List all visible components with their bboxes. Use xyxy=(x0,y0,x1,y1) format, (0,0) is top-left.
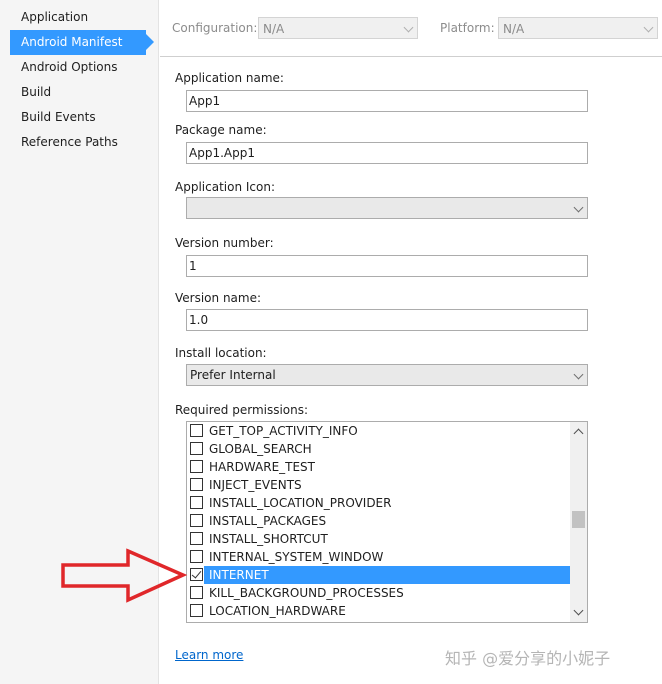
chevron-down-icon xyxy=(573,202,584,213)
permission-row[interactable]: LOCATION_HARDWARE xyxy=(187,602,570,620)
sidebar-item-android-manifest[interactable]: Android Manifest xyxy=(10,30,154,55)
permission-row[interactable]: INSTALL_LOCATION_PROVIDER xyxy=(187,494,570,512)
chevron-down-icon xyxy=(573,369,584,380)
permission-row[interactable]: KILL_BACKGROUND_PROCESSES xyxy=(187,584,570,602)
permission-checkbox[interactable] xyxy=(190,532,203,545)
configuration-value: N/A xyxy=(263,22,285,36)
package-name-label: Package name: xyxy=(175,123,267,137)
permission-row[interactable]: INSTALL_SHORTCUT xyxy=(187,530,570,548)
permission-checkbox[interactable] xyxy=(190,442,203,455)
permission-checkbox[interactable] xyxy=(190,496,203,509)
package-name-input[interactable] xyxy=(186,142,588,164)
sidebar-item-build[interactable]: Build xyxy=(10,80,146,105)
permission-name: INJECT_EVENTS xyxy=(209,478,302,492)
platform-label: Platform: xyxy=(440,21,495,35)
version-number-label: Version number: xyxy=(175,236,274,250)
sidebar-item-reference-paths[interactable]: Reference Paths xyxy=(10,130,146,155)
permission-checkbox[interactable] xyxy=(190,424,203,437)
install-location-label: Install location: xyxy=(175,346,267,360)
permission-name: INTERNET xyxy=(204,566,576,584)
permission-checkbox-checked[interactable] xyxy=(190,568,203,581)
permissions-list[interactable]: GET_TOP_ACTIVITY_INFO GLOBAL_SEARCH HARD… xyxy=(186,421,588,623)
chevron-down-icon xyxy=(403,22,414,33)
permissions-label: Required permissions: xyxy=(175,403,309,417)
permission-checkbox[interactable] xyxy=(190,478,203,491)
app-icon-select[interactable] xyxy=(186,197,588,219)
permission-name: LOCATION_HARDWARE xyxy=(209,604,346,618)
permission-row[interactable]: INSTALL_PACKAGES xyxy=(187,512,570,530)
permission-checkbox[interactable] xyxy=(190,514,203,527)
permission-row-selected[interactable]: INTERNET xyxy=(187,566,576,584)
sidebar-item-android-options[interactable]: Android Options xyxy=(10,55,146,80)
chevron-down-icon xyxy=(643,22,654,33)
app-name-input[interactable] xyxy=(186,90,588,112)
watermark: 知乎 @爱分享的小妮子 xyxy=(445,649,611,668)
configuration-label: Configuration: xyxy=(172,21,258,35)
version-number-input[interactable] xyxy=(186,255,588,277)
permission-row[interactable]: INTERNAL_SYSTEM_WINDOW xyxy=(187,548,570,566)
learn-more-link[interactable]: Learn more xyxy=(175,648,243,662)
app-icon-label: Application Icon: xyxy=(175,180,275,194)
permission-name: GLOBAL_SEARCH xyxy=(209,442,312,456)
red-arrow-icon xyxy=(61,548,188,603)
permission-checkbox[interactable] xyxy=(190,550,203,563)
permission-name: GET_TOP_ACTIVITY_INFO xyxy=(209,424,358,438)
permission-name: INSTALL_PACKAGES xyxy=(209,514,327,528)
version-name-input[interactable] xyxy=(186,309,588,331)
version-name-label: Version name: xyxy=(175,291,262,305)
permission-name: INTERNAL_SYSTEM_WINDOW xyxy=(209,550,384,564)
permission-name: HARDWARE_TEST xyxy=(209,460,316,474)
platform-value: N/A xyxy=(503,22,525,36)
permission-row[interactable]: INJECT_EVENTS xyxy=(187,476,570,494)
permission-row[interactable]: GLOBAL_SEARCH xyxy=(187,440,570,458)
install-location-value: Prefer Internal xyxy=(190,368,276,382)
sidebar-item-build-events[interactable]: Build Events xyxy=(10,105,146,130)
install-location-select[interactable]: Prefer Internal xyxy=(186,364,588,386)
permission-name: INSTALL_SHORTCUT xyxy=(209,532,328,546)
scroll-thumb[interactable] xyxy=(572,511,585,528)
permission-checkbox[interactable] xyxy=(190,604,203,617)
permission-name: INSTALL_LOCATION_PROVIDER xyxy=(209,496,392,510)
permission-name: KILL_BACKGROUND_PROCESSES xyxy=(209,586,404,600)
permission-checkbox[interactable] xyxy=(190,460,203,473)
scrollbar[interactable] xyxy=(570,422,587,622)
sidebar-item-application[interactable]: Application xyxy=(10,5,146,30)
permission-checkbox[interactable] xyxy=(190,586,203,599)
app-name-label: Application name: xyxy=(175,71,284,85)
scroll-up-icon[interactable] xyxy=(573,428,584,439)
permission-row[interactable]: HARDWARE_TEST xyxy=(187,458,570,476)
scroll-down-icon[interactable] xyxy=(573,605,584,616)
permission-row[interactable]: GET_TOP_ACTIVITY_INFO xyxy=(187,422,570,440)
platform-select[interactable]: N/A xyxy=(498,17,658,39)
configuration-select[interactable]: N/A xyxy=(258,17,418,39)
divider xyxy=(160,56,662,57)
